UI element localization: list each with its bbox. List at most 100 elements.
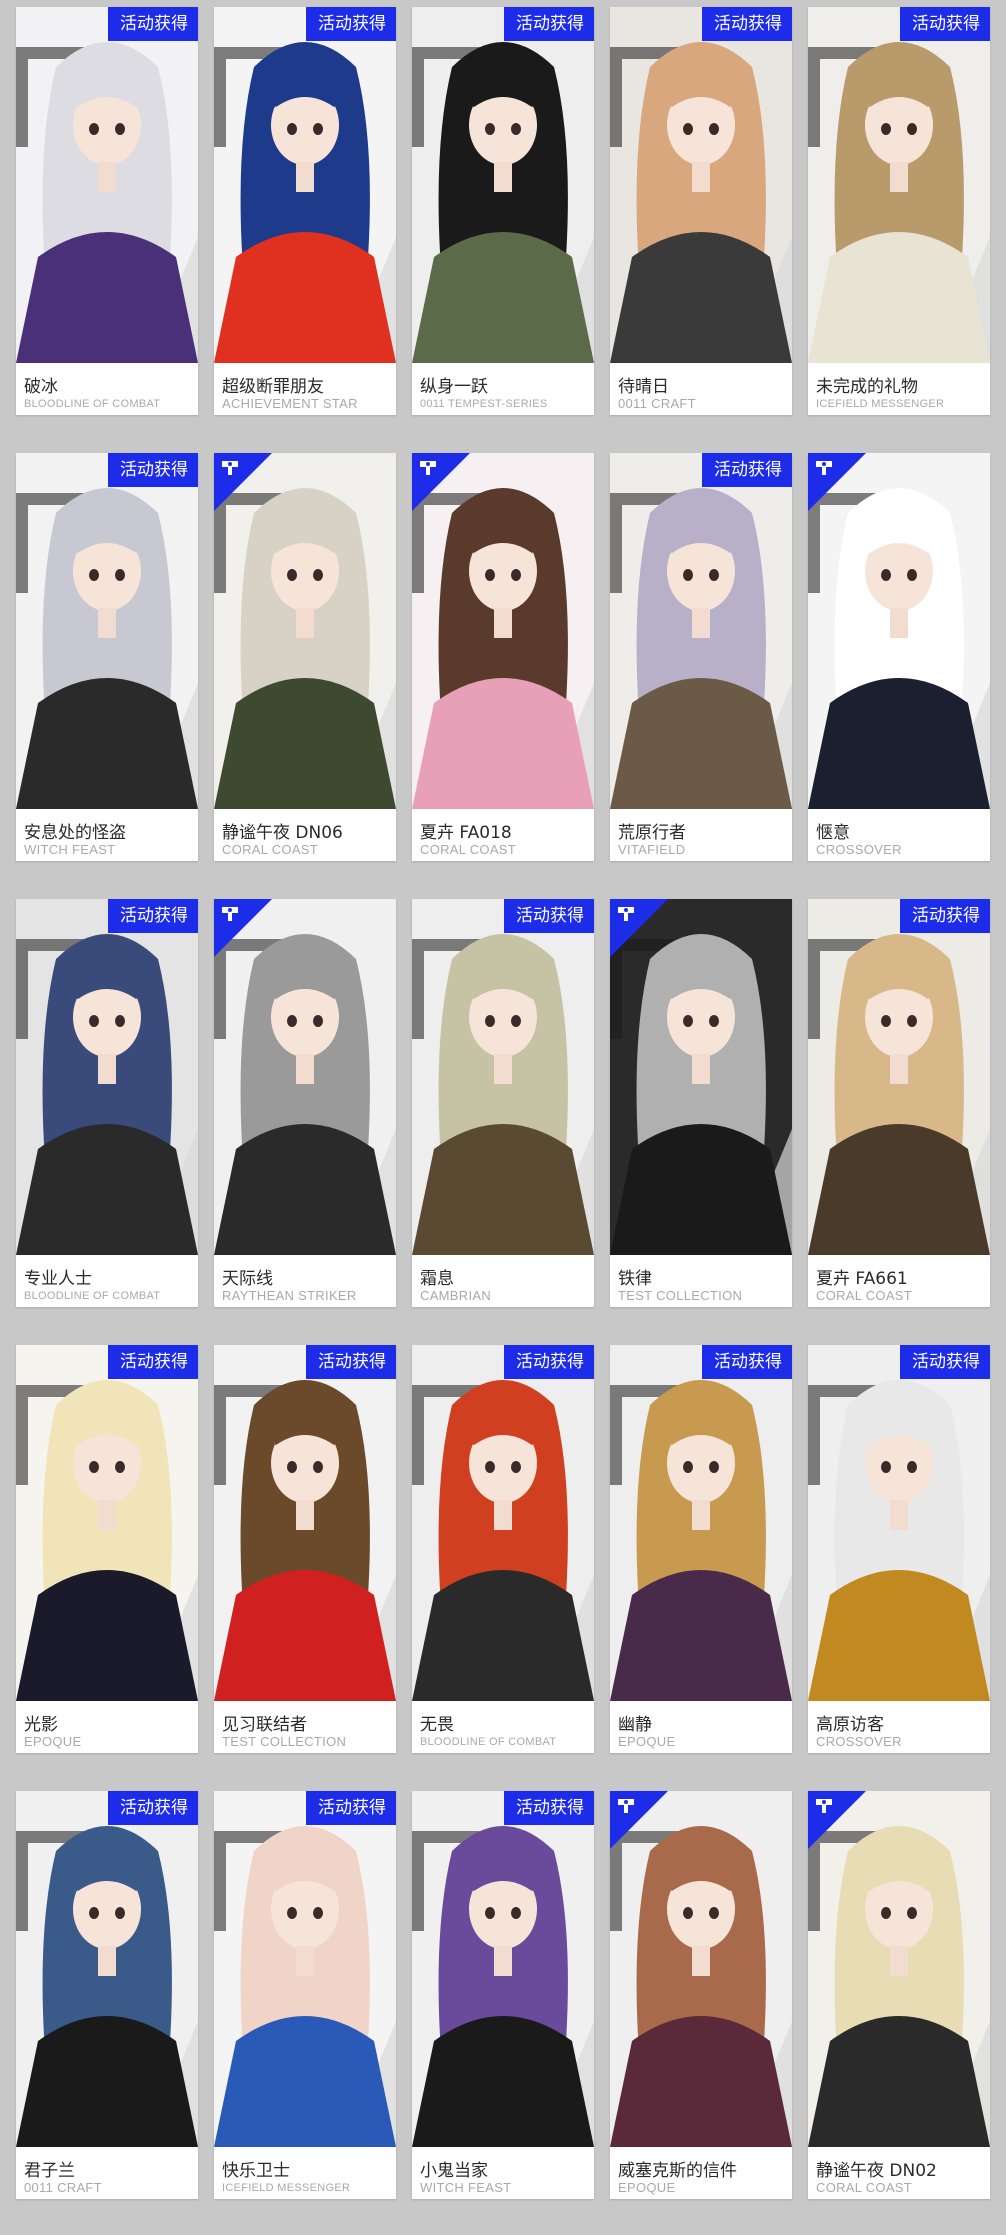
skin-artwork-image	[214, 1791, 396, 2147]
skin-series-label: ACHIEVEMENT STAR	[222, 396, 358, 411]
skin-card[interactable]: 静谧午夜 DN02 CORAL COAST	[808, 1791, 990, 2199]
skin-name-label: 君子兰	[24, 2161, 75, 2181]
skin-info: 惬意 CROSSOVER	[808, 809, 990, 861]
skin-series-label: TEST COLLECTION	[618, 1288, 743, 1303]
skin-info: 铁律 TEST COLLECTION	[610, 1255, 792, 1307]
event-obtained-badge: 活动获得	[306, 1345, 396, 1379]
event-obtained-badge: 活动获得	[504, 1345, 594, 1379]
skin-name-label: 未完成的礼物	[816, 377, 918, 397]
skin-card[interactable]: 活动获得 超级断罪朋友 ACHIEVEMENT STAR	[214, 7, 396, 415]
skin-card[interactable]: 静谧午夜 DN06 CORAL COAST	[214, 453, 396, 861]
skin-name-label: 安息处的怪盗	[24, 823, 126, 843]
skin-series-label: 0011 CRAFT	[618, 396, 696, 411]
skin-card[interactable]: 活动获得荒原行者 VITAFIELD	[610, 453, 792, 861]
skin-artwork-image	[214, 7, 396, 363]
skin-info: 静谧午夜 DN02 CORAL COAST	[808, 2147, 990, 2199]
skin-card[interactable]: 活动获得 君子兰 0011 CRAFT	[16, 1791, 198, 2199]
skin-series-label: EPOQUE	[618, 1734, 676, 1749]
skin-info: 未完成的礼物 ICEFIELD MESSENGER	[808, 363, 990, 415]
skin-info: 超级断罪朋友 ACHIEVEMENT STAR	[214, 363, 396, 415]
skin-name-label: 无畏	[420, 1715, 454, 1735]
event-obtained-badge: 活动获得	[900, 7, 990, 41]
skin-info: 见习联结者 TEST COLLECTION	[214, 1701, 396, 1753]
skin-name-label: 静谧午夜 DN06	[222, 823, 343, 843]
skin-name-label: 夏卉 FA661	[816, 1269, 908, 1289]
skin-artwork-image	[412, 1791, 594, 2147]
skin-name-label: 纵身一跃	[420, 377, 488, 397]
skin-card[interactable]: 活动获得 安息处的怪盗 WITCH FEAST	[16, 453, 198, 861]
skin-card[interactable]: 天际线 RAYTHEAN STRIKER	[214, 899, 396, 1307]
event-obtained-badge: 活动获得	[702, 453, 792, 487]
skin-info: 无畏 BLOODLINE OF COMBAT	[412, 1701, 594, 1753]
skin-series-label: CORAL COAST	[816, 1288, 913, 1303]
skin-info: 夏卉 FA661 CORAL COAST	[808, 1255, 990, 1307]
skin-info: 夏卉 FA018 CORAL COAST	[412, 809, 594, 861]
skin-card[interactable]: 活动获得纵身一跃 0011 TEMPEST-SERIES	[412, 7, 594, 415]
skin-info: 小鬼当家 WITCH FEAST	[412, 2147, 594, 2199]
skin-info: 君子兰 0011 CRAFT	[16, 2147, 198, 2199]
skin-artwork-image	[214, 1345, 396, 1701]
skin-card[interactable]: 活动获得 待晴日 0011 CRAFT	[610, 7, 792, 415]
skin-series-label: 0011 TEMPEST-SERIES	[420, 398, 548, 410]
event-obtained-badge: 活动获得	[900, 1345, 990, 1379]
skin-artwork-image	[808, 7, 990, 363]
skin-name-label: 静谧午夜 DN02	[816, 2161, 937, 2181]
skin-name-label: 天际线	[222, 1269, 273, 1289]
series-emblem-icon	[808, 1791, 866, 1849]
skin-name-label: 待晴日	[618, 377, 669, 397]
skin-name-label: 威塞克斯的信件	[618, 2161, 737, 2181]
skin-info: 天际线 RAYTHEAN STRIKER	[214, 1255, 396, 1307]
skin-series-label: RAYTHEAN STRIKER	[222, 1288, 357, 1303]
skin-artwork-image	[808, 899, 990, 1255]
skin-card[interactable]: 惬意 CROSSOVER	[808, 453, 990, 861]
skin-card[interactable]: 活动获得无畏 BLOODLINE OF COMBAT	[412, 1345, 594, 1753]
skin-name-label: 荒原行者	[618, 823, 686, 843]
skin-series-label: VITAFIELD	[618, 842, 686, 857]
skin-card[interactable]: 活动获得破冰 BLOODLINE OF COMBAT	[16, 7, 198, 415]
skin-name-label: 超级断罪朋友	[222, 377, 324, 397]
skin-series-label: CAMBRIAN	[420, 1288, 492, 1303]
event-obtained-badge: 活动获得	[504, 1791, 594, 1825]
skin-card[interactable]: 活动获得 专业人士 BLOODLINE OF COMBAT	[16, 899, 198, 1307]
skin-card[interactable]: 活动获得小鬼当家 WITCH FEAST	[412, 1791, 594, 2199]
skin-name-label: 小鬼当家	[420, 2161, 488, 2181]
event-obtained-badge: 活动获得	[504, 899, 594, 933]
skin-artwork-image	[610, 453, 792, 809]
skin-card[interactable]: 夏卉 FA018 CORAL COAST	[412, 453, 594, 861]
skin-grid: 活动获得 破冰 BLOODLINE OF COMBAT 活动获得 超级断罪朋友 ACHIE…	[16, 7, 990, 2199]
event-obtained-badge: 活动获得	[108, 7, 198, 41]
skin-info: 快乐卫士 ICEFIELD MESSENGER	[214, 2147, 396, 2199]
skin-series-label: CORAL COAST	[816, 2180, 913, 2195]
skin-card[interactable]: 活动获得光影 EPOQUE	[16, 1345, 198, 1753]
skin-name-label: 专业人士	[24, 1269, 92, 1289]
skin-artwork-image	[16, 1791, 198, 2147]
skin-artwork-image	[412, 1345, 594, 1701]
skin-card[interactable]: 活动获得未完成的礼物 ICEFIELD MESSENGER	[808, 7, 990, 415]
skin-name-label: 快乐卫士	[222, 2161, 290, 2181]
skin-series-label: 0011 CRAFT	[24, 2180, 102, 2195]
skin-card[interactable]: 铁律 TEST COLLECTION	[610, 899, 792, 1307]
event-obtained-badge: 活动获得	[702, 1345, 792, 1379]
skin-card[interactable]: 威塞克斯的信件 EPOQUE	[610, 1791, 792, 2199]
skin-series-label: WITCH FEAST	[420, 2180, 512, 2195]
skin-card[interactable]: 活动获得幽静 EPOQUE	[610, 1345, 792, 1753]
skin-artwork-image	[16, 1345, 198, 1701]
skin-name-label: 光影	[24, 1715, 58, 1735]
skin-card[interactable]: 活动获得见习联结者 TEST COLLECTION	[214, 1345, 396, 1753]
skin-name-label: 高原访客	[816, 1715, 884, 1735]
skin-series-label: EPOQUE	[24, 1734, 82, 1749]
skin-series-label: CORAL COAST	[420, 842, 517, 857]
skin-card[interactable]: 活动获得 夏卉 FA661 CORAL COAST	[808, 899, 990, 1307]
skin-artwork-image	[610, 1345, 792, 1701]
skin-series-label: BLOODLINE OF COMBAT	[24, 398, 161, 410]
event-obtained-badge: 活动获得	[108, 1345, 198, 1379]
skin-artwork-image	[412, 7, 594, 363]
skin-card[interactable]: 活动获得 霜息 CAMBRIAN	[412, 899, 594, 1307]
event-obtained-badge: 活动获得	[504, 7, 594, 41]
skin-card[interactable]: 活动获得快乐卫士 ICEFIELD MESSENGER	[214, 1791, 396, 2199]
event-obtained-badge: 活动获得	[306, 1791, 396, 1825]
skin-info: 破冰 BLOODLINE OF COMBAT	[16, 363, 198, 415]
skin-info: 幽静 EPOQUE	[610, 1701, 792, 1753]
skin-series-label: ICEFIELD MESSENGER	[816, 398, 945, 410]
skin-card[interactable]: 活动获得 高原访客 CROSSOVER	[808, 1345, 990, 1753]
